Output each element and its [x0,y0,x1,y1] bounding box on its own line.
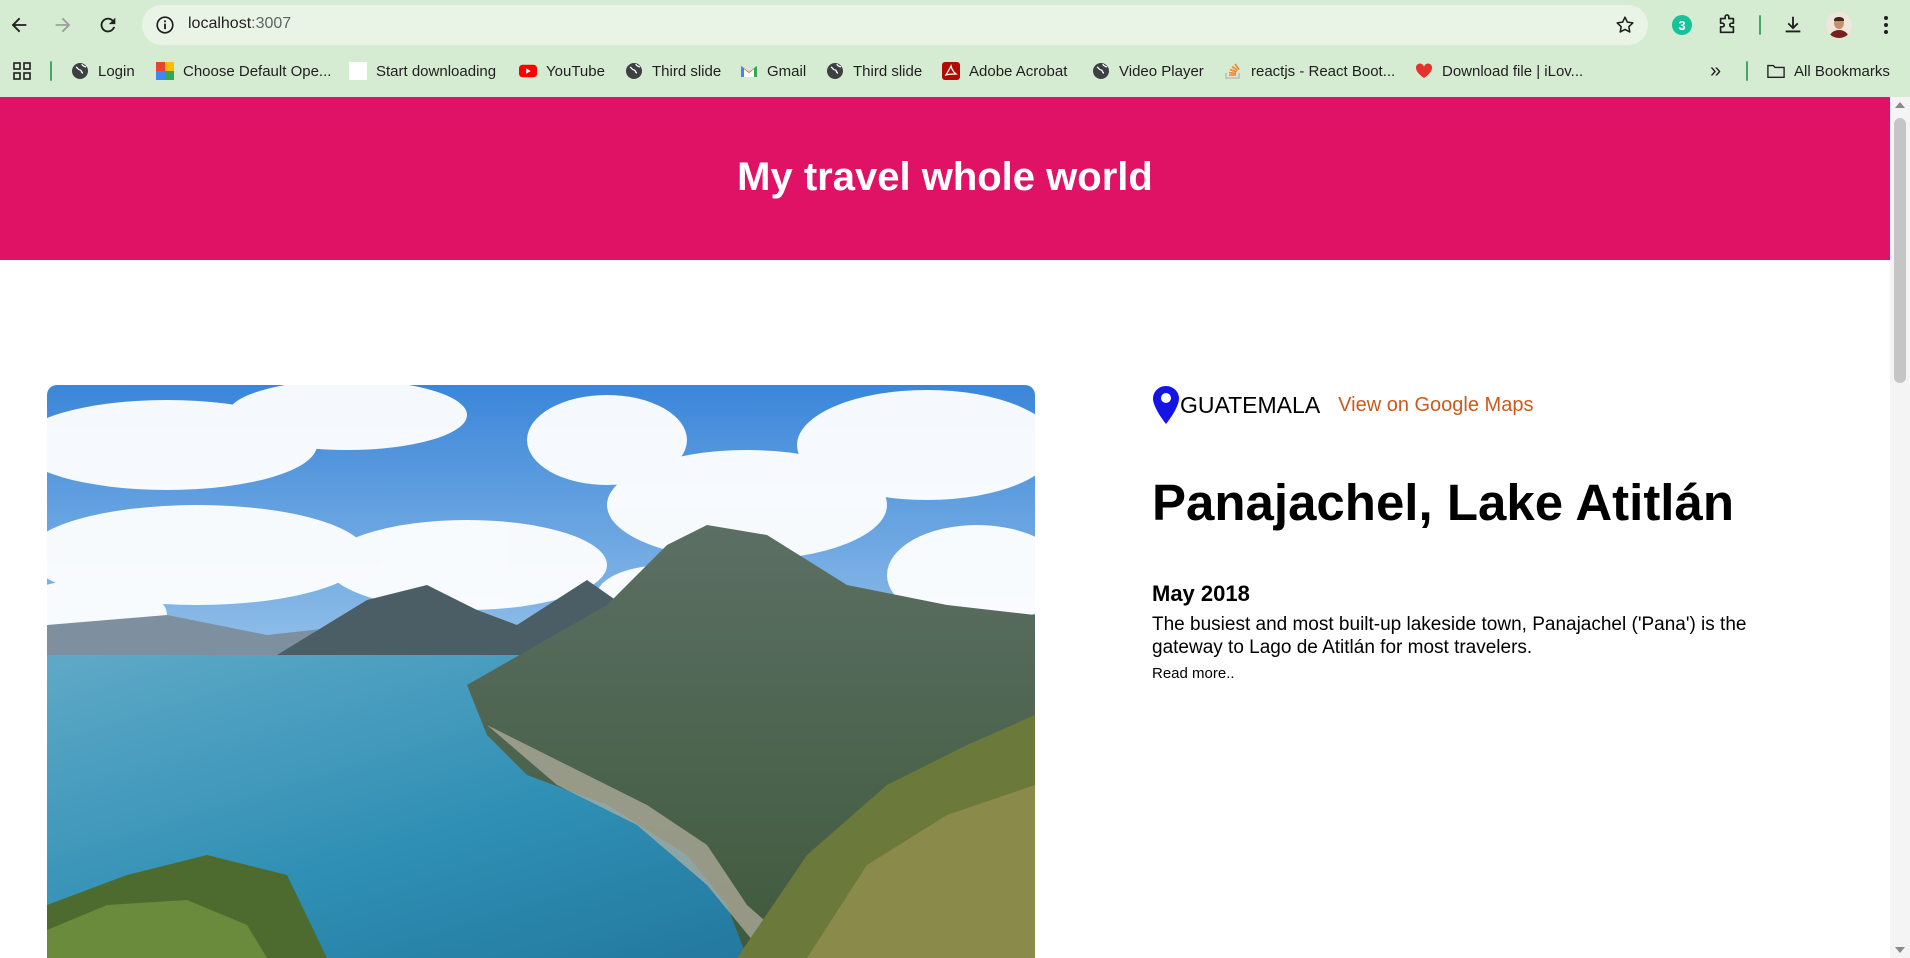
trip-date: May 2018 [1152,581,1250,606]
extension-badge-count: 3 [1678,17,1686,33]
bookmark-label: Adobe Acrobat [969,62,1068,80]
bookmark-label: Start downloading [376,62,497,80]
destination-title: Panajachel, Lake Atitlán [1152,474,1734,531]
url-host: localhost [188,15,252,32]
bookmark-label: Choose Default Ope... [183,62,332,80]
kebab-dots-icon [1884,16,1888,34]
lake-atitlan-image [47,385,1035,958]
overflow-chevron-icon: » [1710,59,1722,82]
profile-avatar[interactable] [1826,12,1852,38]
destination-photo [47,385,1035,958]
forward-arrow-icon [55,17,71,33]
back-button[interactable] [0,6,38,44]
gmail-icon [740,62,758,80]
bookmark-label: Third slide [853,62,923,80]
bookmark-reactjs[interactable]: reactjs - React Boot... [1224,56,1395,86]
stackoverflow-icon [1224,62,1242,80]
site-info-icon[interactable] [154,14,176,36]
toolbar-divider [1759,15,1761,35]
bookmark-adobe-acrobat[interactable]: Adobe Acrobat [942,56,1067,86]
acrobat-icon [942,62,960,80]
country-label: GUATEMALA [1180,391,1321,418]
bookmark-label: Login [98,62,135,80]
download-glyph [1785,16,1801,33]
puzzle-glyph [1719,14,1735,34]
scroll-up-arrow-icon[interactable] [1895,102,1905,108]
bookmarks-bar: Login Choose Default Ope... Start downlo… [0,56,1910,86]
scroll-thumb[interactable] [1894,118,1906,383]
reload-icon [100,17,116,33]
apps-grid-icon [13,62,31,80]
destination-description: The busiest and most built-up lakeside t… [1152,614,1747,658]
chrome-menu-icon[interactable] [1873,12,1899,38]
globe-icon [71,62,89,80]
blank-page-icon [349,62,367,80]
google-maps-link[interactable]: View on Google Maps [1338,394,1533,417]
globe-icon [1092,62,1110,80]
address-bar[interactable]: localhost:3007 [142,5,1648,45]
bookmark-start-downloading[interactable]: Start downloading [349,56,496,86]
bookmark-login[interactable]: Login [71,56,135,86]
apps-grid-button[interactable] [12,56,32,86]
page-scrollbar[interactable] [1890,97,1910,958]
bookmark-third-slide-2[interactable]: Third slide [826,56,922,86]
avatar-image [1826,12,1852,38]
bookmark-label: Third slide [652,62,722,80]
browser-chrome: localhost:3007 3 Login Choose Default Op… [0,0,1910,97]
bookmark-label: YouTube [546,62,605,80]
all-bookmarks-label: All Bookmarks [1794,62,1890,80]
bookmark-label: Download file | iLov... [1442,62,1584,80]
page-title: My travel whole world [737,155,1153,199]
all-bookmarks-button[interactable]: All Bookmarks [1767,56,1890,86]
folder-icon [1767,62,1785,80]
page-header: My travel whole world [0,97,1890,260]
bookmarks-divider [50,61,52,81]
url-port: :3007 [251,15,292,32]
back-arrow-icon [11,17,27,33]
bookmark-third-slide-1[interactable]: Third slide [625,56,721,86]
reload-button[interactable] [89,6,127,44]
bookmark-label: reactjs - React Boot... [1251,62,1396,80]
bookmarks-divider [1746,61,1748,81]
scroll-down-arrow-icon[interactable] [1895,947,1905,953]
bookmark-gmail[interactable]: Gmail [740,56,806,86]
bookmark-youtube[interactable]: YouTube [519,56,605,86]
bookmark-star-icon[interactable] [1614,14,1636,36]
globe-icon [625,62,643,80]
globe-icon [826,62,844,80]
location-row: GUATEMALA View on Google Maps [1152,385,1533,425]
downloads-icon[interactable] [1780,12,1806,38]
youtube-icon [519,62,537,80]
extensions-puzzle-icon[interactable] [1714,12,1740,38]
grammarly-extension-icon[interactable]: 3 [1669,12,1695,38]
bookmark-choose-default[interactable]: Choose Default Ope... [156,56,331,86]
colorful-app-icon [156,62,174,80]
bookmark-video-player[interactable]: Video Player [1092,56,1204,86]
heart-icon [1415,62,1433,80]
map-pin-icon [1153,386,1179,424]
bookmark-download-file[interactable]: Download file | iLov... [1415,56,1583,86]
bookmark-label: Video Player [1119,62,1204,80]
url-text[interactable]: localhost:3007 [188,15,291,33]
forward-button[interactable] [44,6,82,44]
read-more-link[interactable]: Read more.. [1152,665,1235,682]
bookmarks-overflow-button[interactable]: » [1710,56,1721,86]
bookmark-label: Gmail [767,62,807,80]
